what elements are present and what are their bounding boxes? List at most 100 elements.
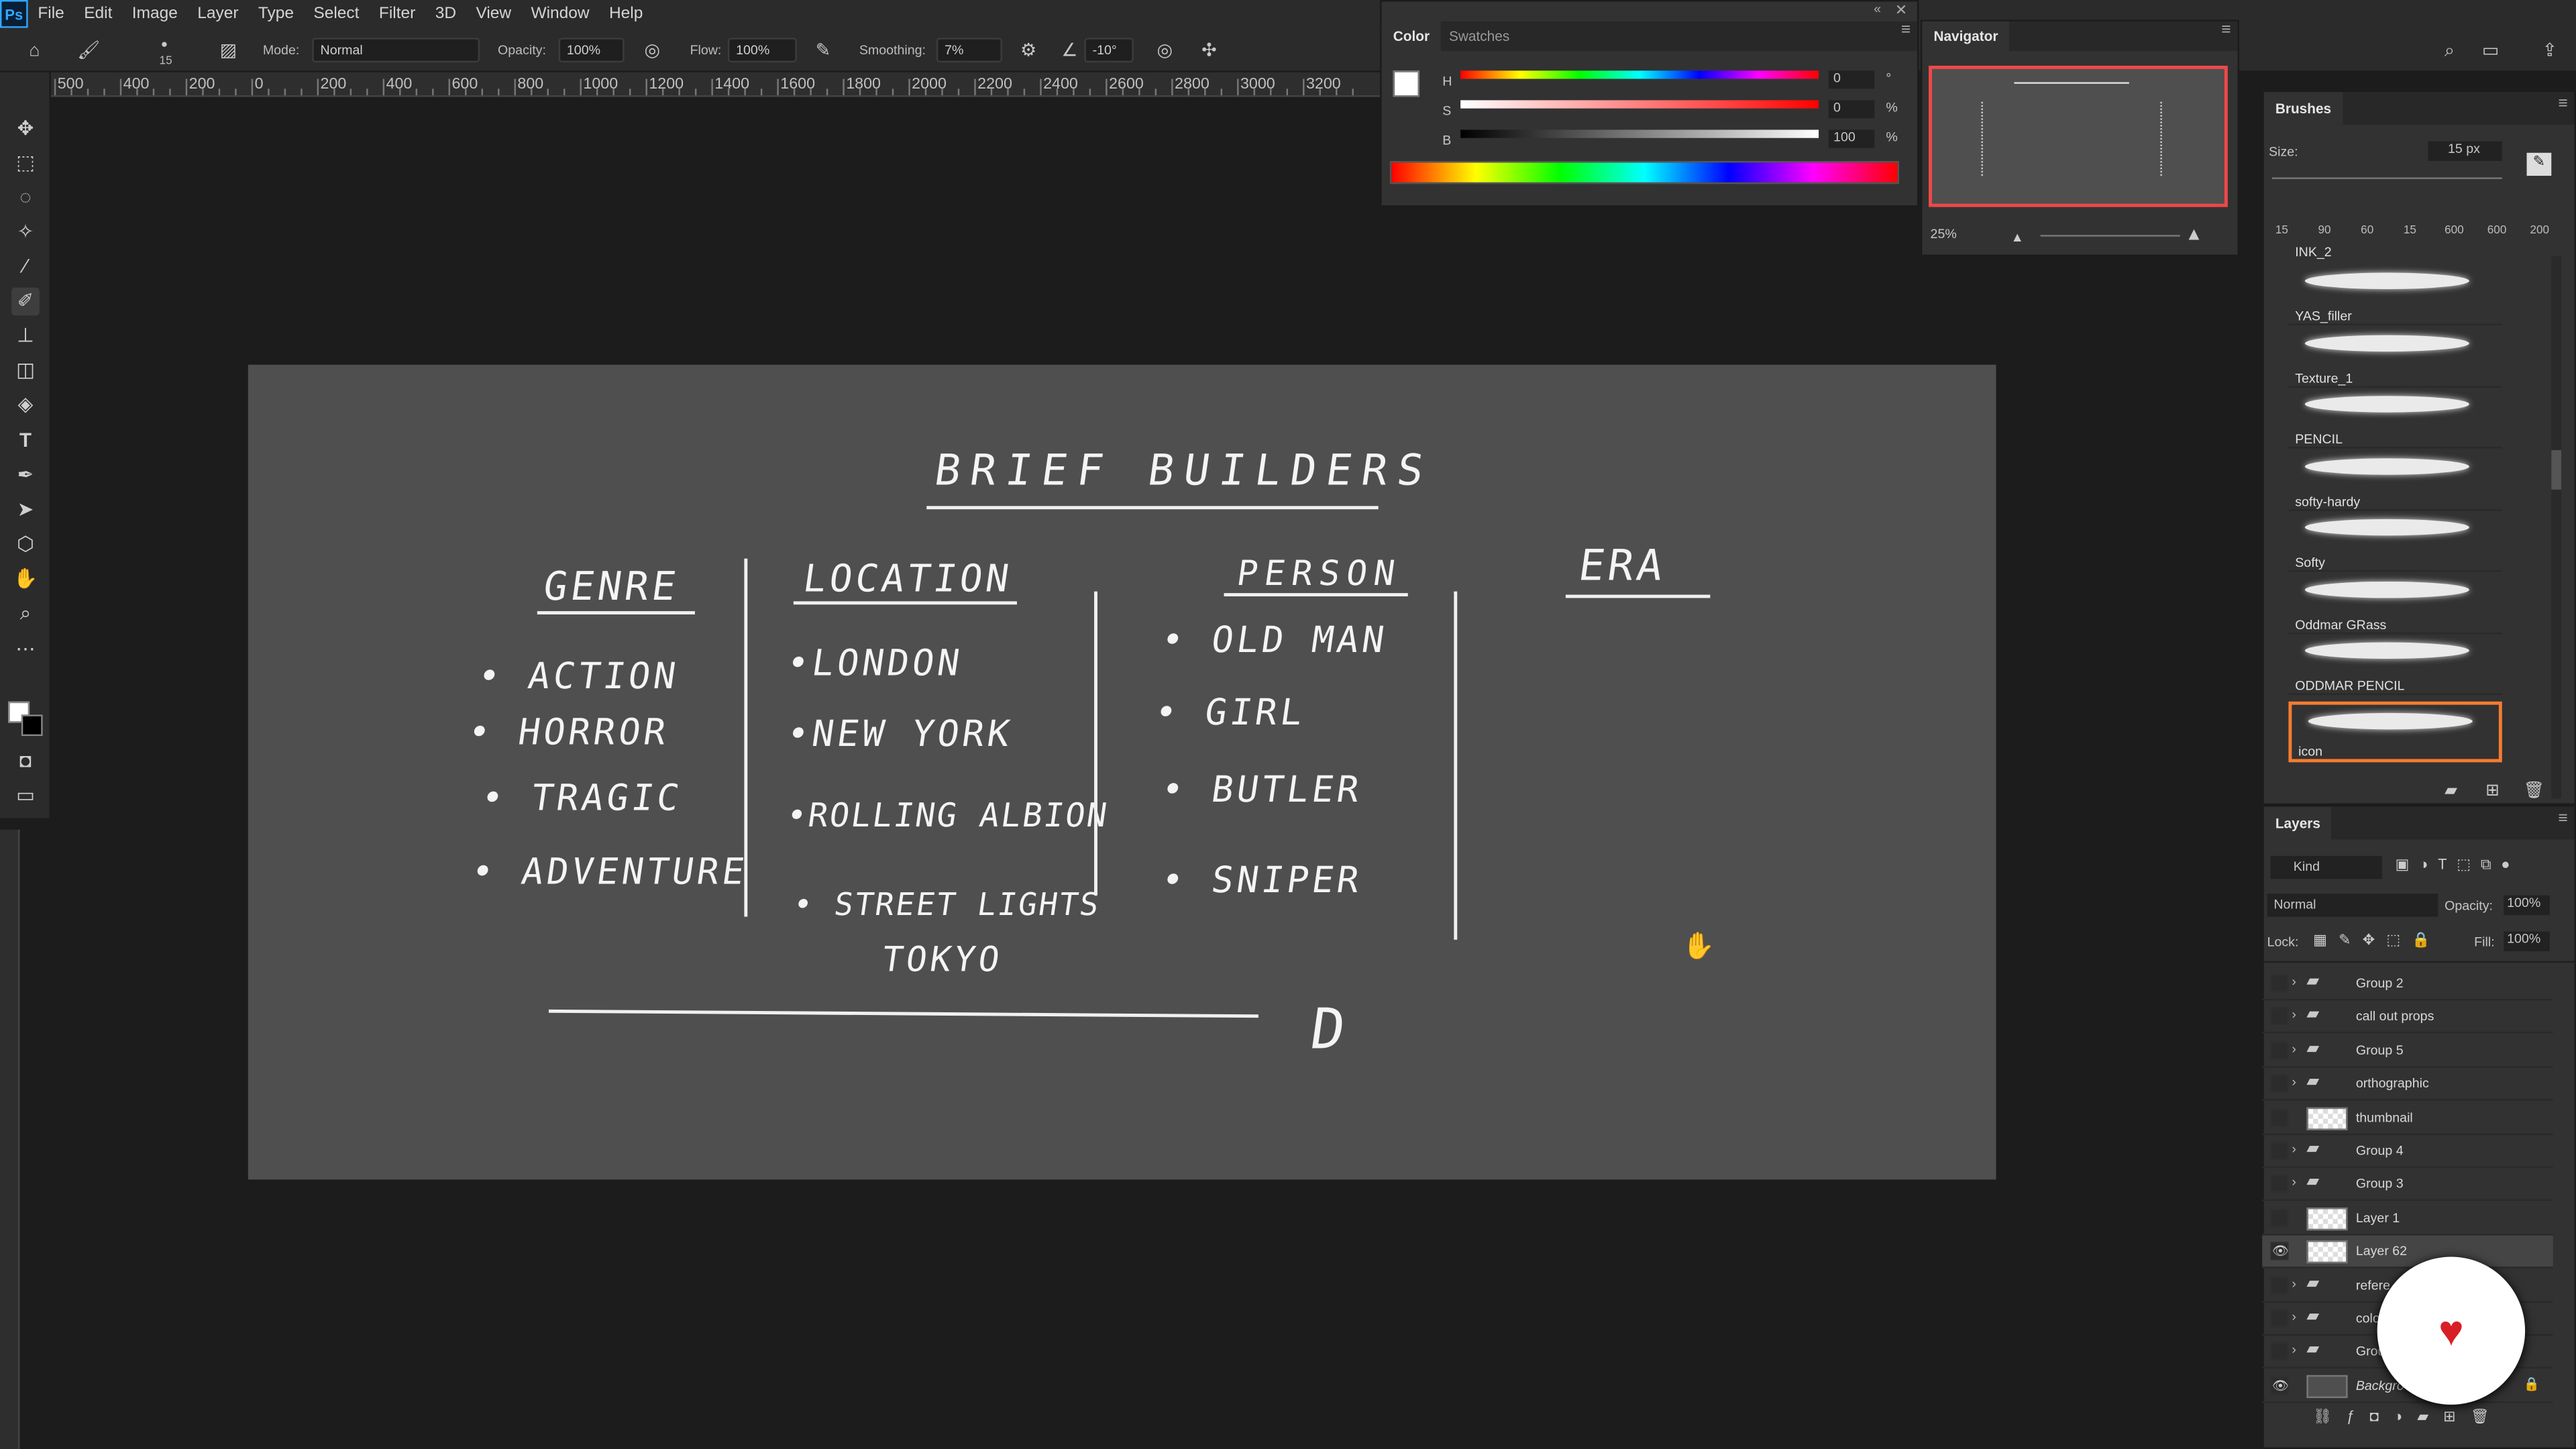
zoom-out-icon[interactable]: ▲ (2011, 230, 2024, 245)
layer-row[interactable]: › ▰ Group 4 (2262, 1135, 2553, 1169)
preset-size[interactable]: 60 (2361, 225, 2373, 237)
eraser-tool-icon[interactable]: ◫ (11, 356, 40, 384)
stamp-tool-icon[interactable]: ⊥ (11, 322, 40, 350)
brush-item-selected[interactable]: icon (2288, 701, 2502, 763)
zoom-slider[interactable] (2040, 235, 2180, 237)
hand-tool-icon[interactable]: ✋ (11, 565, 40, 593)
brush-tool-icon[interactable]: 🖌 (77, 40, 100, 62)
brush-tool-active-icon[interactable]: ✐ (11, 287, 40, 316)
move-tool-icon[interactable]: ✥ (11, 115, 40, 143)
preset-size[interactable]: 15 (2275, 225, 2288, 237)
menu-type[interactable]: Type (248, 5, 304, 23)
lock-icons[interactable]: ▦✎✥⬚🔒 (2313, 932, 2442, 950)
brightness-slider[interactable] (1460, 129, 1819, 138)
domestika-badge[interactable]: ♥ (2377, 1256, 2526, 1405)
symmetry-icon[interactable]: ✣ (1197, 40, 1220, 62)
marquee-tool-icon[interactable]: ⬚ (11, 150, 40, 178)
brush-item[interactable]: PENCIL (2288, 388, 2502, 449)
tab-brushes[interactable]: Brushes (2263, 92, 2343, 125)
b-value[interactable]: 100 (1828, 129, 1875, 148)
menu-filter[interactable]: Filter (369, 5, 425, 23)
airbrush-icon[interactable]: ✎ (812, 40, 835, 62)
layer-row[interactable]: › ▰ Group 2 (2262, 967, 2553, 1001)
brushes-scrollbar[interactable] (2551, 256, 2561, 799)
fill-field[interactable]: 100% (2504, 931, 2550, 951)
preset-size[interactable]: 600 (2487, 225, 2507, 237)
delete-brush-icon[interactable]: 🗑 (2524, 782, 2544, 800)
layer-opacity-field[interactable]: 100% (2504, 895, 2550, 916)
visibility-eye-icon[interactable] (2270, 974, 2289, 993)
pressure-opacity-icon[interactable]: ◎ (641, 40, 663, 62)
s-value[interactable]: 0 (1828, 100, 1875, 119)
layer-row[interactable]: 👁 Layer 62 (2262, 1236, 2553, 1269)
menu-3d[interactable]: 3D (425, 5, 466, 23)
visibility-eye-icon[interactable]: 👁 (2270, 1242, 2289, 1260)
panel-menu-icon[interactable]: ≡ (2558, 810, 2567, 828)
brush-item[interactable]: ODDMAR PENCIL (2288, 634, 2502, 695)
scroll-thumb[interactable] (2551, 450, 2561, 490)
brush-size-slider[interactable] (2271, 177, 2502, 179)
layer-row[interactable]: › ▰ orthographic (2262, 1068, 2553, 1102)
flow-field[interactable]: 100% (727, 38, 797, 63)
layer-row[interactable]: thumbnail (2262, 1102, 2553, 1135)
layer-row[interactable]: › ▰ Group 5 (2262, 1034, 2553, 1068)
more-tools-icon[interactable]: ⋯ (11, 636, 40, 664)
expand-chevron-icon[interactable]: › (2292, 1276, 2296, 1291)
menu-help[interactable]: Help (599, 5, 653, 23)
path-select-tool-icon[interactable]: ➤ (11, 496, 40, 525)
pressure-size-icon[interactable]: ◎ (1153, 40, 1176, 62)
smoothing-gear-icon[interactable]: ⚙ (1017, 40, 1040, 62)
screen-mode-icon[interactable]: ▭ (11, 782, 40, 810)
type-tool-icon[interactable]: T (11, 427, 40, 455)
opacity-field[interactable]: 100% (558, 38, 625, 63)
brush-item[interactable]: YAS_filler (2288, 264, 2502, 325)
visibility-eye-icon[interactable]: 👁 (2270, 1376, 2289, 1395)
layer-filter-icons[interactable]: ▣◑T⬚⧉● (2396, 856, 2520, 874)
brush-preset-icon[interactable]: ● (153, 34, 176, 57)
smoothing-field[interactable]: 7% (936, 38, 1002, 63)
tab-layers[interactable]: Layers (2263, 806, 2332, 840)
visibility-eye-icon[interactable] (2270, 1075, 2289, 1093)
preset-size[interactable]: 600 (2445, 225, 2464, 237)
search-icon[interactable]: ⌕ (2438, 40, 2461, 62)
brush-settings-icon[interactable]: ▨ (217, 40, 239, 62)
visibility-eye-icon[interactable] (2270, 1175, 2289, 1193)
preset-size[interactable]: 200 (2530, 225, 2549, 237)
foreground-swatch[interactable] (1393, 70, 1419, 97)
navigator-preview[interactable] (1929, 65, 2228, 207)
share-icon[interactable]: ⇪ (2538, 40, 2561, 62)
magic-wand-tool-icon[interactable]: ✧ (11, 219, 40, 247)
expand-chevron-icon[interactable]: › (2292, 1075, 2296, 1089)
home-icon[interactable]: ⌂ (23, 40, 46, 62)
folder-icon[interactable]: ▰ (2445, 782, 2457, 800)
zoom-in-icon[interactable]: ▲ (2185, 225, 2203, 245)
new-brush-icon[interactable]: ✎ (2526, 152, 2552, 176)
lasso-tool-icon[interactable]: ◌ (11, 184, 40, 212)
brush-item[interactable]: Softy (2288, 511, 2502, 572)
paint-bucket-tool-icon[interactable]: ◈ (11, 391, 40, 419)
quick-mask-icon[interactable]: ◘ (11, 747, 40, 775)
panel-menu-icon[interactable]: ≡ (2221, 21, 2231, 40)
zoom-tool-icon[interactable]: ⌕ (11, 600, 40, 628)
color-ramp[interactable] (1389, 161, 1900, 184)
menu-view[interactable]: View (466, 5, 521, 23)
tab-color[interactable]: Color (1381, 21, 1442, 51)
angle-field[interactable]: -10° (1084, 38, 1134, 63)
layer-row[interactable]: › ▰ call out props (2262, 1001, 2553, 1034)
brush-item[interactable]: Texture_1 (2288, 327, 2502, 388)
document-canvas[interactable]: BRIEF BUILDERS GENRE • ACTION • HORROR •… (248, 364, 1996, 1180)
brush-item-label[interactable]: INK_2 (2295, 245, 2331, 260)
add-brush-icon[interactable]: ⊞ (2485, 782, 2500, 800)
tab-swatches[interactable]: Swatches (1438, 21, 1521, 51)
eyedropper-tool-icon[interactable]: ⁄ (11, 253, 40, 281)
expand-chevron-icon[interactable]: › (2292, 1343, 2296, 1358)
h-value[interactable]: 0 (1828, 70, 1875, 89)
menu-select[interactable]: Select (304, 5, 369, 23)
visibility-eye-icon[interactable] (2270, 1008, 2289, 1026)
expand-chevron-icon[interactable]: › (2292, 1142, 2296, 1157)
visibility-eye-icon[interactable] (2270, 1041, 2289, 1060)
visibility-eye-icon[interactable] (2270, 1208, 2289, 1227)
panel-menu-icon[interactable]: ≡ (1901, 21, 1911, 40)
collapse-icon[interactable]: « (1874, 1, 1881, 16)
menu-image[interactable]: Image (122, 5, 187, 23)
